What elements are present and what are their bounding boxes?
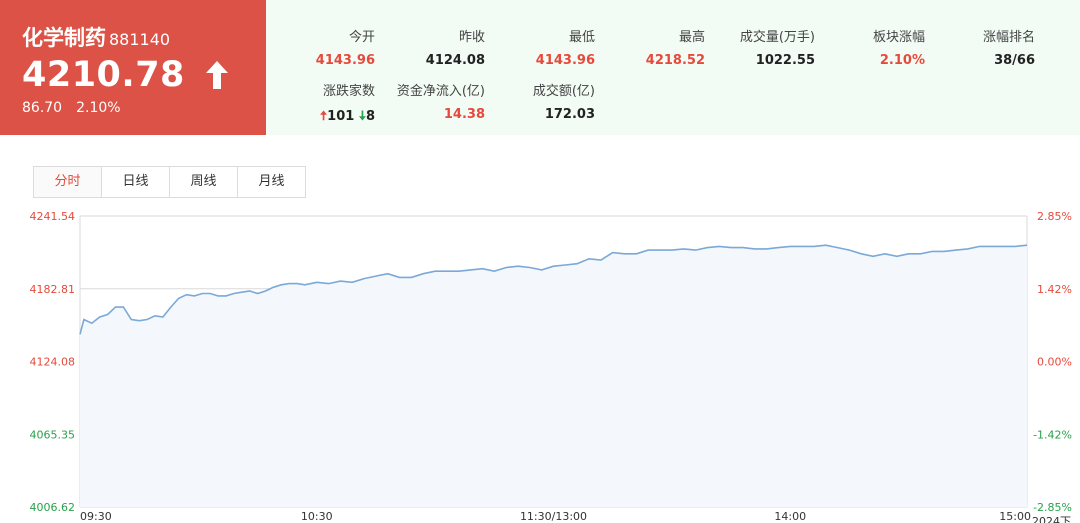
stat-label: 涨幅排名 (982, 30, 1035, 45)
y-right-tick-label: -1.42% (1033, 428, 1072, 441)
tab-weekly[interactable]: 周线 (169, 167, 237, 197)
stat-value: 🠅101 🠇8 (310, 107, 375, 129)
stat-label: 昨收 (458, 30, 485, 45)
breadth-up-count: 101 (327, 109, 355, 124)
stat-0: 今开 4143.96 (310, 26, 375, 68)
stat-7: 涨跌家数 🠅101 🠇8 (310, 80, 375, 129)
stat-8: 资金净流入(亿) 14.38 (397, 80, 485, 122)
x-tick-label: 10:30 (301, 510, 333, 523)
stat-label: 成交量(万手) (739, 30, 815, 45)
stat-label: 最高 (678, 30, 705, 45)
price-panel: 化学制药 881140 4210.78 86.70 2.10% (0, 0, 266, 135)
stat-4: 成交量(万手) 1022.55 (740, 26, 815, 68)
index-title: 化学制药 (22, 26, 106, 50)
intraday-chart: 4241.54 2.85% 4182.81 1.42% 4124.08 0.00% 4065… (30, 210, 1073, 523)
x-tick-trailing: 2024下 (1032, 515, 1071, 523)
stat-label: 板块涨幅 (872, 30, 925, 45)
y-left-tick-label: 4241.54 (30, 210, 76, 223)
stat-3: 最高 4218.52 (640, 26, 705, 68)
stat-value: 14.38 (443, 107, 485, 122)
tab-daily[interactable]: 日线 (101, 167, 169, 197)
up-arrow-icon (206, 61, 228, 89)
x-tick-label: 11:30/13:00 (520, 510, 587, 523)
stat-value: 172.03 (544, 107, 595, 122)
x-tick-label: 15:00 (999, 510, 1031, 523)
stat-value: 38/66 (994, 53, 1035, 68)
tab-monthly[interactable]: 月线 (237, 167, 305, 197)
stat-9: 成交额(亿) 172.03 (530, 80, 595, 122)
index-code: 881140 (109, 30, 171, 49)
y-left-tick-label: 4124.08 (30, 356, 76, 369)
stat-value: 2.10% (879, 53, 925, 68)
stat-6: 涨幅排名 38/66 (970, 26, 1035, 68)
y-right-tick-label: 0.00% (1037, 356, 1072, 369)
stat-label: 成交额(亿) (532, 84, 595, 99)
period-tabs: 分时 日线 周线 月线 (33, 166, 306, 198)
x-tick-label: 09:30 (80, 510, 112, 523)
stat-value: 4124.08 (425, 53, 485, 68)
stat-label: 今开 (348, 30, 375, 45)
stat-value: 4143.96 (535, 53, 595, 68)
price-area (80, 245, 1027, 507)
stat-label: 涨跌家数 (322, 84, 375, 99)
index-name: 化学制药 881140 (22, 22, 170, 52)
stat-5: 板块涨幅 2.10% (860, 26, 925, 68)
y-right-tick-label: -2.85% (1033, 501, 1072, 514)
y-left-tick-label: 4065.35 (30, 428, 76, 441)
stat-label: 最低 (568, 30, 595, 45)
stat-label: 资金净流入(亿) (396, 84, 485, 99)
breadth-down-count: 8 (365, 109, 375, 124)
breadth-down-arrow-icon: 🠇 (354, 109, 366, 124)
quote-header: 化学制药 881140 4210.78 86.70 2.10% 今开 4143.96 昨… (0, 0, 1080, 135)
last-price: 4210.78 (22, 55, 185, 95)
y-right-tick-label: 2.85% (1037, 210, 1072, 223)
x-tick-label: 14:00 (774, 510, 806, 523)
y-left-tick-label: 4006.62 (30, 501, 76, 514)
change-value: 86.70 (22, 100, 63, 116)
stat-value: 4218.52 (645, 53, 705, 68)
stat-2: 最低 4143.96 (530, 26, 595, 68)
stat-1: 昨收 4124.08 (420, 26, 485, 68)
y-left-tick-label: 4182.81 (30, 283, 76, 296)
change-percent: 2.10% (76, 100, 121, 116)
tab-intraday[interactable]: 分时 (34, 167, 101, 197)
stat-value: 4143.96 (315, 53, 375, 68)
price-change: 86.70 2.10% (22, 100, 135, 116)
stat-value: 1022.55 (755, 53, 815, 68)
y-right-tick-label: 1.42% (1037, 283, 1072, 296)
